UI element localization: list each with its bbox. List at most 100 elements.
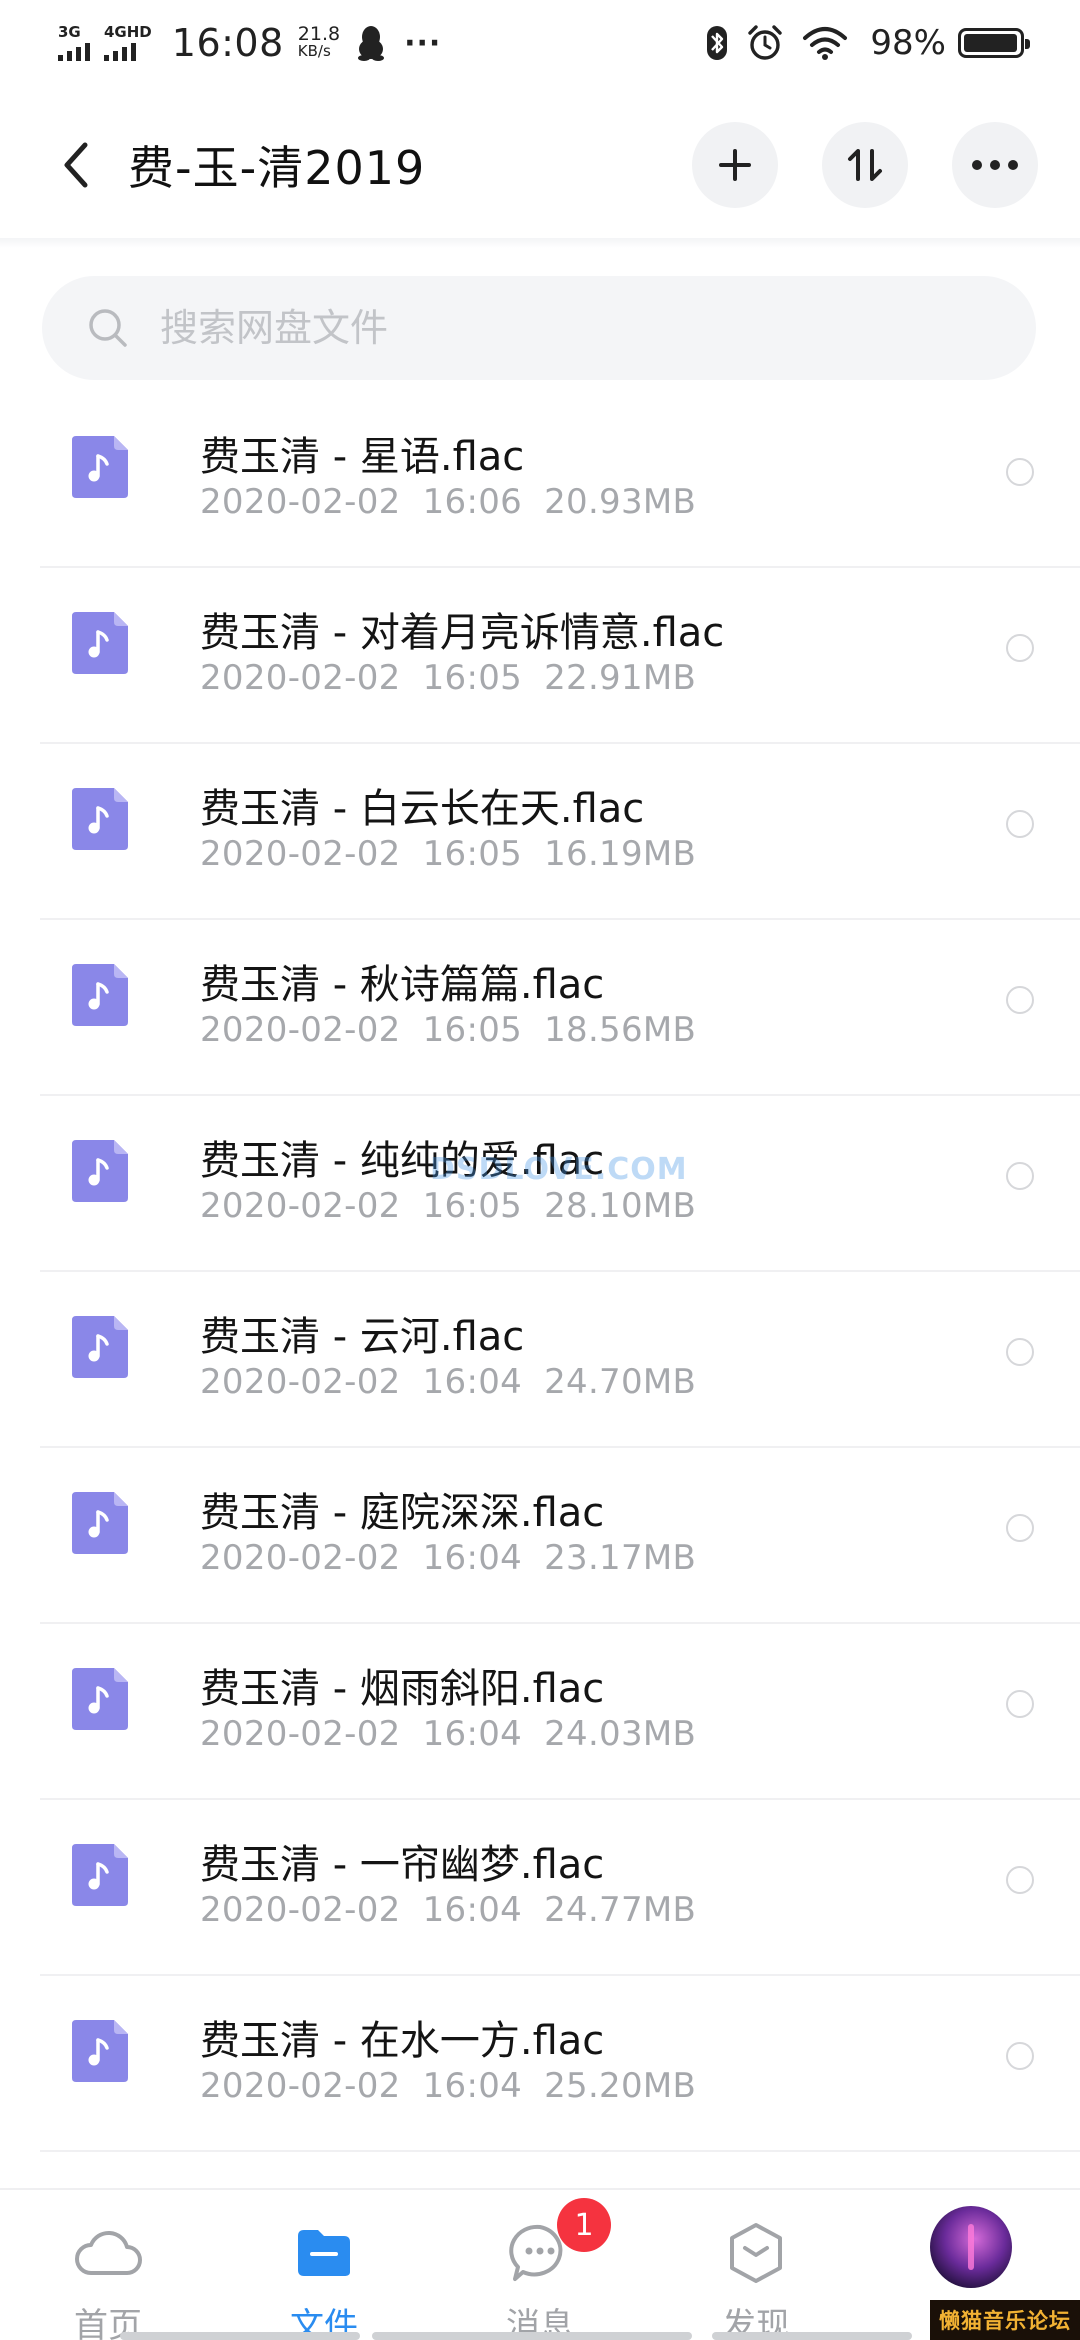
file-row[interactable]: 费玉清 - 一帘幽梦.flac 2020-02-02 16:04 24.77MB <box>40 1800 1080 1976</box>
file-time: 16:05 <box>422 1010 523 1050</box>
file-date: 2020-02-02 <box>200 1010 401 1050</box>
header-divider <box>0 238 1080 248</box>
search-input[interactable] <box>160 306 960 350</box>
status-clock: 16:08 <box>171 21 284 65</box>
file-size: 22.91MB <box>544 658 697 698</box>
file-name: 费玉清 - 一帘幽梦.flac <box>200 1842 605 1888</box>
select-checkbox[interactable] <box>1006 986 1034 1014</box>
file-size: 16.19MB <box>544 834 697 874</box>
battery-percentage: 98% <box>870 23 946 63</box>
back-button[interactable] <box>36 125 116 205</box>
file-name: 费玉清 - 白云长在天.flac <box>200 786 645 832</box>
network-speed-unit: KB/s <box>297 42 331 60</box>
select-checkbox[interactable] <box>1006 1162 1034 1190</box>
select-checkbox[interactable] <box>1006 2042 1034 2070</box>
select-checkbox[interactable] <box>1006 810 1034 838</box>
page-title: 费-玉-清2019 <box>128 141 426 195</box>
music-file-icon <box>72 964 128 1026</box>
file-meta: 2020-02-02 16:06 20.93MB <box>200 482 718 522</box>
file-meta: 2020-02-02 16:05 18.56MB <box>200 1010 718 1050</box>
qq-penguin-icon <box>356 25 386 61</box>
file-row[interactable]: 费玉清 - 星语.flac 2020-02-02 16:06 20.93MB <box>40 392 1080 568</box>
more-options-button[interactable] <box>952 122 1038 208</box>
music-file-icon <box>72 1492 128 1554</box>
file-date: 2020-02-02 <box>200 1186 401 1226</box>
file-row[interactable]: 费玉清 - 白云长在天.flac 2020-02-02 16:05 16.19MB <box>40 744 1080 920</box>
file-row[interactable]: 费玉清 - 秋诗篇篇.flac 2020-02-02 16:05 18.56MB <box>40 920 1080 1096</box>
nav-indicator <box>372 2332 692 2340</box>
select-checkbox[interactable] <box>1006 1338 1034 1366</box>
select-checkbox[interactable] <box>1006 1690 1034 1718</box>
music-file-icon <box>72 1844 128 1906</box>
file-meta: 2020-02-02 16:05 22.91MB <box>200 658 718 698</box>
file-time: 16:05 <box>422 1186 523 1226</box>
select-checkbox[interactable] <box>1006 634 1034 662</box>
file-name: 费玉清 - 对着月亮诉情意.flac <box>200 610 725 656</box>
file-time: 16:04 <box>422 1538 523 1578</box>
file-row[interactable]: 费玉清 - 在水一方.flac 2020-02-02 16:04 25.20MB <box>40 1976 1080 2152</box>
select-checkbox[interactable] <box>1006 458 1034 486</box>
sort-button[interactable] <box>822 122 908 208</box>
file-size: 28.10MB <box>544 1186 697 1226</box>
nav-item-messages[interactable]: 1 消息 <box>470 2198 611 2340</box>
file-meta: 2020-02-02 16:04 24.77MB <box>200 1890 718 1930</box>
music-file-icon <box>72 788 128 850</box>
file-size: 23.17MB <box>544 1538 697 1578</box>
file-date: 2020-02-02 <box>200 2066 401 2106</box>
plus-icon <box>719 149 751 181</box>
music-file-icon <box>72 2020 128 2082</box>
unread-badge: 1 <box>557 2198 611 2252</box>
signal-3g: 3G <box>58 25 90 61</box>
sort-icon <box>848 149 882 181</box>
file-time: 16:06 <box>422 482 523 522</box>
file-meta: 2020-02-02 16:04 23.17MB <box>200 1538 718 1578</box>
bluetooth-icon <box>706 25 728 61</box>
file-row[interactable]: 费玉清 - 对着月亮诉情意.flac 2020-02-02 16:05 22.91MB <box>40 568 1080 744</box>
music-file-icon <box>72 436 128 498</box>
search-bar[interactable] <box>42 276 1036 380</box>
file-meta: 2020-02-02 16:04 24.03MB <box>200 1714 718 1754</box>
nav-item-files[interactable]: 文件 <box>254 2218 394 2340</box>
file-size: 24.70MB <box>544 1362 697 1402</box>
file-folder-screen: 3G 4GHD 16:08 21.8 KB/s ··· 98% 费-玉-清201… <box>0 0 1080 2340</box>
wifi-icon <box>802 26 848 60</box>
select-checkbox[interactable] <box>1006 1514 1034 1542</box>
signal-4g: 4GHD <box>104 25 152 61</box>
network-type-label: 3G <box>58 23 81 41</box>
watermark-text: DSDLOVE.COM <box>430 1152 688 1187</box>
file-name: 费玉清 - 秋诗篇篇.flac <box>200 962 605 1008</box>
profile-avatar[interactable] <box>930 2206 1012 2288</box>
file-date: 2020-02-02 <box>200 1890 401 1930</box>
file-meta: 2020-02-02 16:05 28.10MB <box>200 1186 718 1226</box>
music-file-icon <box>72 612 128 674</box>
discover-cube-icon <box>721 2218 791 2288</box>
file-date: 2020-02-02 <box>200 1362 401 1402</box>
bottom-navigation: 首页 文件 1 消息 发现 <box>0 2188 1080 2340</box>
cloud-icon <box>73 2218 143 2288</box>
file-date: 2020-02-02 <box>200 1538 401 1578</box>
nav-item-discover[interactable]: 发现 <box>686 2218 826 2340</box>
file-time: 16:04 <box>422 2066 523 2106</box>
file-date: 2020-02-02 <box>200 834 401 874</box>
music-file-icon <box>72 1316 128 1378</box>
music-file-icon <box>72 1668 128 1730</box>
more-dots-icon <box>972 160 1018 170</box>
file-row[interactable]: 费玉清 - 烟雨斜阳.flac 2020-02-02 16:04 24.03MB <box>40 1624 1080 1800</box>
more-notifications-icon: ··· <box>404 25 442 61</box>
file-date: 2020-02-02 <box>200 1714 401 1754</box>
chat-bubble-icon: 1 <box>505 2198 611 2288</box>
file-time: 16:04 <box>422 1890 523 1930</box>
file-date: 2020-02-02 <box>200 482 401 522</box>
file-row[interactable]: 费玉清 - 庭院深深.flac 2020-02-02 16:04 23.17MB <box>40 1448 1080 1624</box>
file-time: 16:05 <box>422 658 523 698</box>
search-icon <box>89 309 127 347</box>
file-name: 费玉清 - 云河.flac <box>200 1314 525 1360</box>
page-header: 费-玉-清2019 <box>0 100 1080 230</box>
file-row[interactable]: 费玉清 - 云河.flac 2020-02-02 16:04 24.70MB <box>40 1272 1080 1448</box>
file-name: 费玉清 - 烟雨斜阳.flac <box>200 1666 605 1712</box>
select-checkbox[interactable] <box>1006 1866 1034 1894</box>
nav-item-home[interactable]: 首页 <box>38 2218 178 2340</box>
add-button[interactable] <box>692 122 778 208</box>
file-date: 2020-02-02 <box>200 658 401 698</box>
network-speed: 21.8 KB/s <box>297 25 340 60</box>
